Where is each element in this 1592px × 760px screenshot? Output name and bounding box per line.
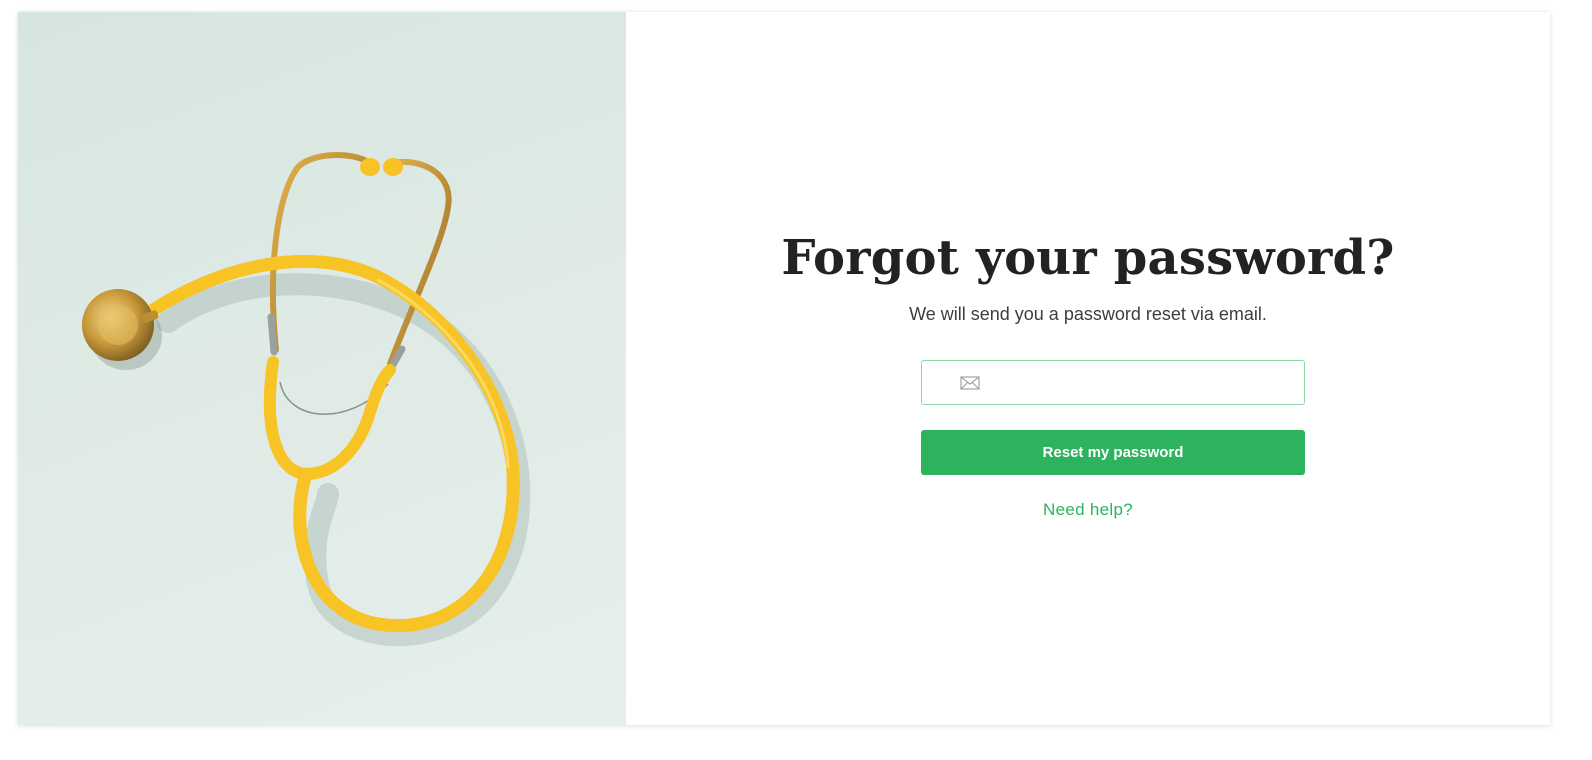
reset-password-card: Forgot your password? We will send you a… (18, 12, 1550, 725)
email-field[interactable] (921, 360, 1305, 405)
reset-password-button[interactable]: Reset my password (921, 430, 1305, 475)
need-help-link[interactable]: Need help? (626, 500, 1550, 520)
email-input[interactable] (988, 361, 1304, 404)
page-title: Forgot your password? (781, 230, 1395, 286)
page-subtitle: We will send you a password reset via em… (909, 304, 1267, 324)
mail-icon (960, 375, 980, 390)
stethoscope-image (18, 12, 626, 725)
reset-form-panel: Forgot your password? We will send you a… (626, 12, 1550, 725)
